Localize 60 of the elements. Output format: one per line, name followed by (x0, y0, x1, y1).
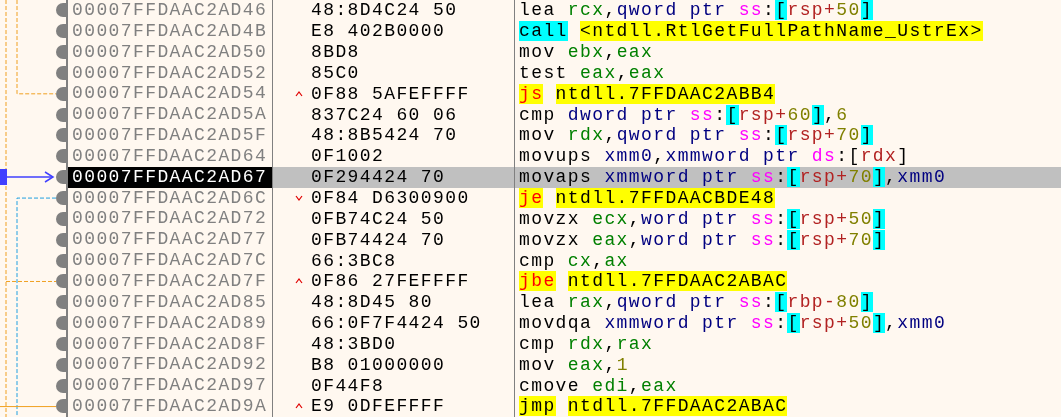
instruction-pointer-arrow-icon (0, 169, 56, 186)
bytes-cell: 0F294424 70 (311, 167, 446, 188)
disassembly-cell: cmp rdx,rax (519, 333, 654, 354)
address-cell[interactable]: 00007FFDAAC2AD4B (66, 20, 272, 42)
bytes-cell: 0F88 5AFEFFFF (311, 83, 470, 104)
bytes-cell: 0F1002 (311, 146, 385, 167)
bytes-cell: 48:8B5424 70 (311, 125, 458, 146)
address-cell[interactable]: 00007FFDAAC2AD85 (66, 291, 272, 313)
disassembly-cell: mov rdx,qword ptr ss:[rsp+70] (519, 125, 873, 146)
disassembly-cell: js ntdll.7FFDAAC2ABB4 (519, 83, 776, 104)
address-cell[interactable]: 00007FFDAAC2AD9A (66, 396, 272, 417)
bytes-cell: E8 402B0000 (311, 21, 446, 42)
address-cell[interactable]: 00007FFDAAC2AD54 (66, 83, 272, 105)
disassembly-cell: movdqa xmmword ptr ss:[rsp+50],xmm0 (519, 313, 947, 334)
bytes-cell: 0F44F8 (311, 375, 385, 396)
bytes-cell: 0FB74424 70 (311, 229, 446, 250)
disassembly-cell: movzx ecx,word ptr ss:[rsp+50] (519, 208, 886, 229)
disassembly-cell: jmp ntdll.7FFDAAC2ABAC (519, 396, 788, 417)
address-cell[interactable]: 00007FFDAAC2AD6C (66, 187, 272, 209)
address-cell[interactable]: 00007FFDAAC2AD77 (66, 229, 272, 251)
disassembly-cell: je ntdll.7FFDAACBDE48 (519, 188, 776, 208)
bytes-cell: 66:0F7F4424 50 (311, 313, 482, 334)
bytes-cell: 66:3BC8 (311, 250, 397, 271)
address-cell[interactable]: 00007FFDAAC2AD8F (66, 333, 272, 355)
address-cell[interactable]: 00007FFDAAC2AD97 (66, 375, 272, 397)
bytes-cell: 0F84 D6300900 (311, 188, 470, 208)
disassembly-cell: call <ntdll.RtlGetFullPathName_UstrEx> (519, 21, 983, 42)
address-cell[interactable]: 00007FFDAAC2AD46 (66, 0, 272, 21)
disassembly-cell: movzx eax,word ptr ss:[rsp+70] (519, 229, 886, 250)
address-cell[interactable]: 00007FFDAAC2AD92 (66, 354, 272, 376)
bytes-cell: 0FB74C24 50 (311, 208, 446, 229)
disassembly-cell: cmp cx,ax (519, 250, 629, 271)
bytes-cell: 837C24 60 06 (311, 104, 458, 125)
bytes-cell: B8 01000000 (311, 354, 446, 375)
address-cell[interactable]: 00007FFDAAC2AD72 (66, 208, 272, 230)
disassembly-cell: cmp dword ptr ss:[rsp+60],6 (519, 104, 849, 125)
disassembly-cell: lea rcx,qword ptr ss:[rsp+50] (519, 0, 873, 21)
bytes-cell: 0F86 27FEFFFF (311, 271, 470, 292)
disassembly-cell: cmove edi,eax (519, 375, 678, 396)
disassembly-cell: jbe ntdll.7FFDAAC2ABAC (519, 271, 788, 292)
disassembly-cell: movaps xmmword ptr ss:[rsp+70],xmm0 (519, 167, 947, 188)
disassembly-cell: mov ebx,eax (519, 42, 654, 63)
bytes-cell: E9 0DFEFFFF (311, 396, 446, 417)
disassembly-cell: mov eax,1 (519, 354, 629, 375)
address-cell[interactable]: 00007FFDAAC2AD89 (66, 312, 272, 334)
disassembly-cell: movups xmm0,xmmword ptr ds:[rdx] (519, 146, 910, 167)
bytes-cell: 48:8D4C24 50 (311, 0, 458, 21)
address-cell[interactable]: 00007FFDAAC2AD50 (66, 41, 272, 63)
address-cell[interactable]: 00007FFDAAC2AD7F (66, 270, 272, 292)
disassembly-cell: test eax,eax (519, 62, 666, 83)
address-cell[interactable]: 00007FFDAAC2AD67 (66, 166, 272, 188)
address-cell[interactable]: 00007FFDAAC2AD5F (66, 125, 272, 146)
bytes-cell: 85C0 (311, 62, 360, 83)
bytes-cell: 8BD8 (311, 42, 360, 63)
disassembly-cell: lea rax,qword ptr ss:[rbp-80] (519, 292, 873, 313)
bytes-cell: 48:3BD0 (311, 333, 397, 354)
bytes-cell: 48:8D45 80 (311, 292, 434, 313)
address-cell[interactable]: 00007FFDAAC2AD7C (66, 250, 272, 271)
address-cell[interactable]: 00007FFDAAC2AD5A (66, 104, 272, 126)
address-cell[interactable]: 00007FFDAAC2AD52 (66, 62, 272, 84)
